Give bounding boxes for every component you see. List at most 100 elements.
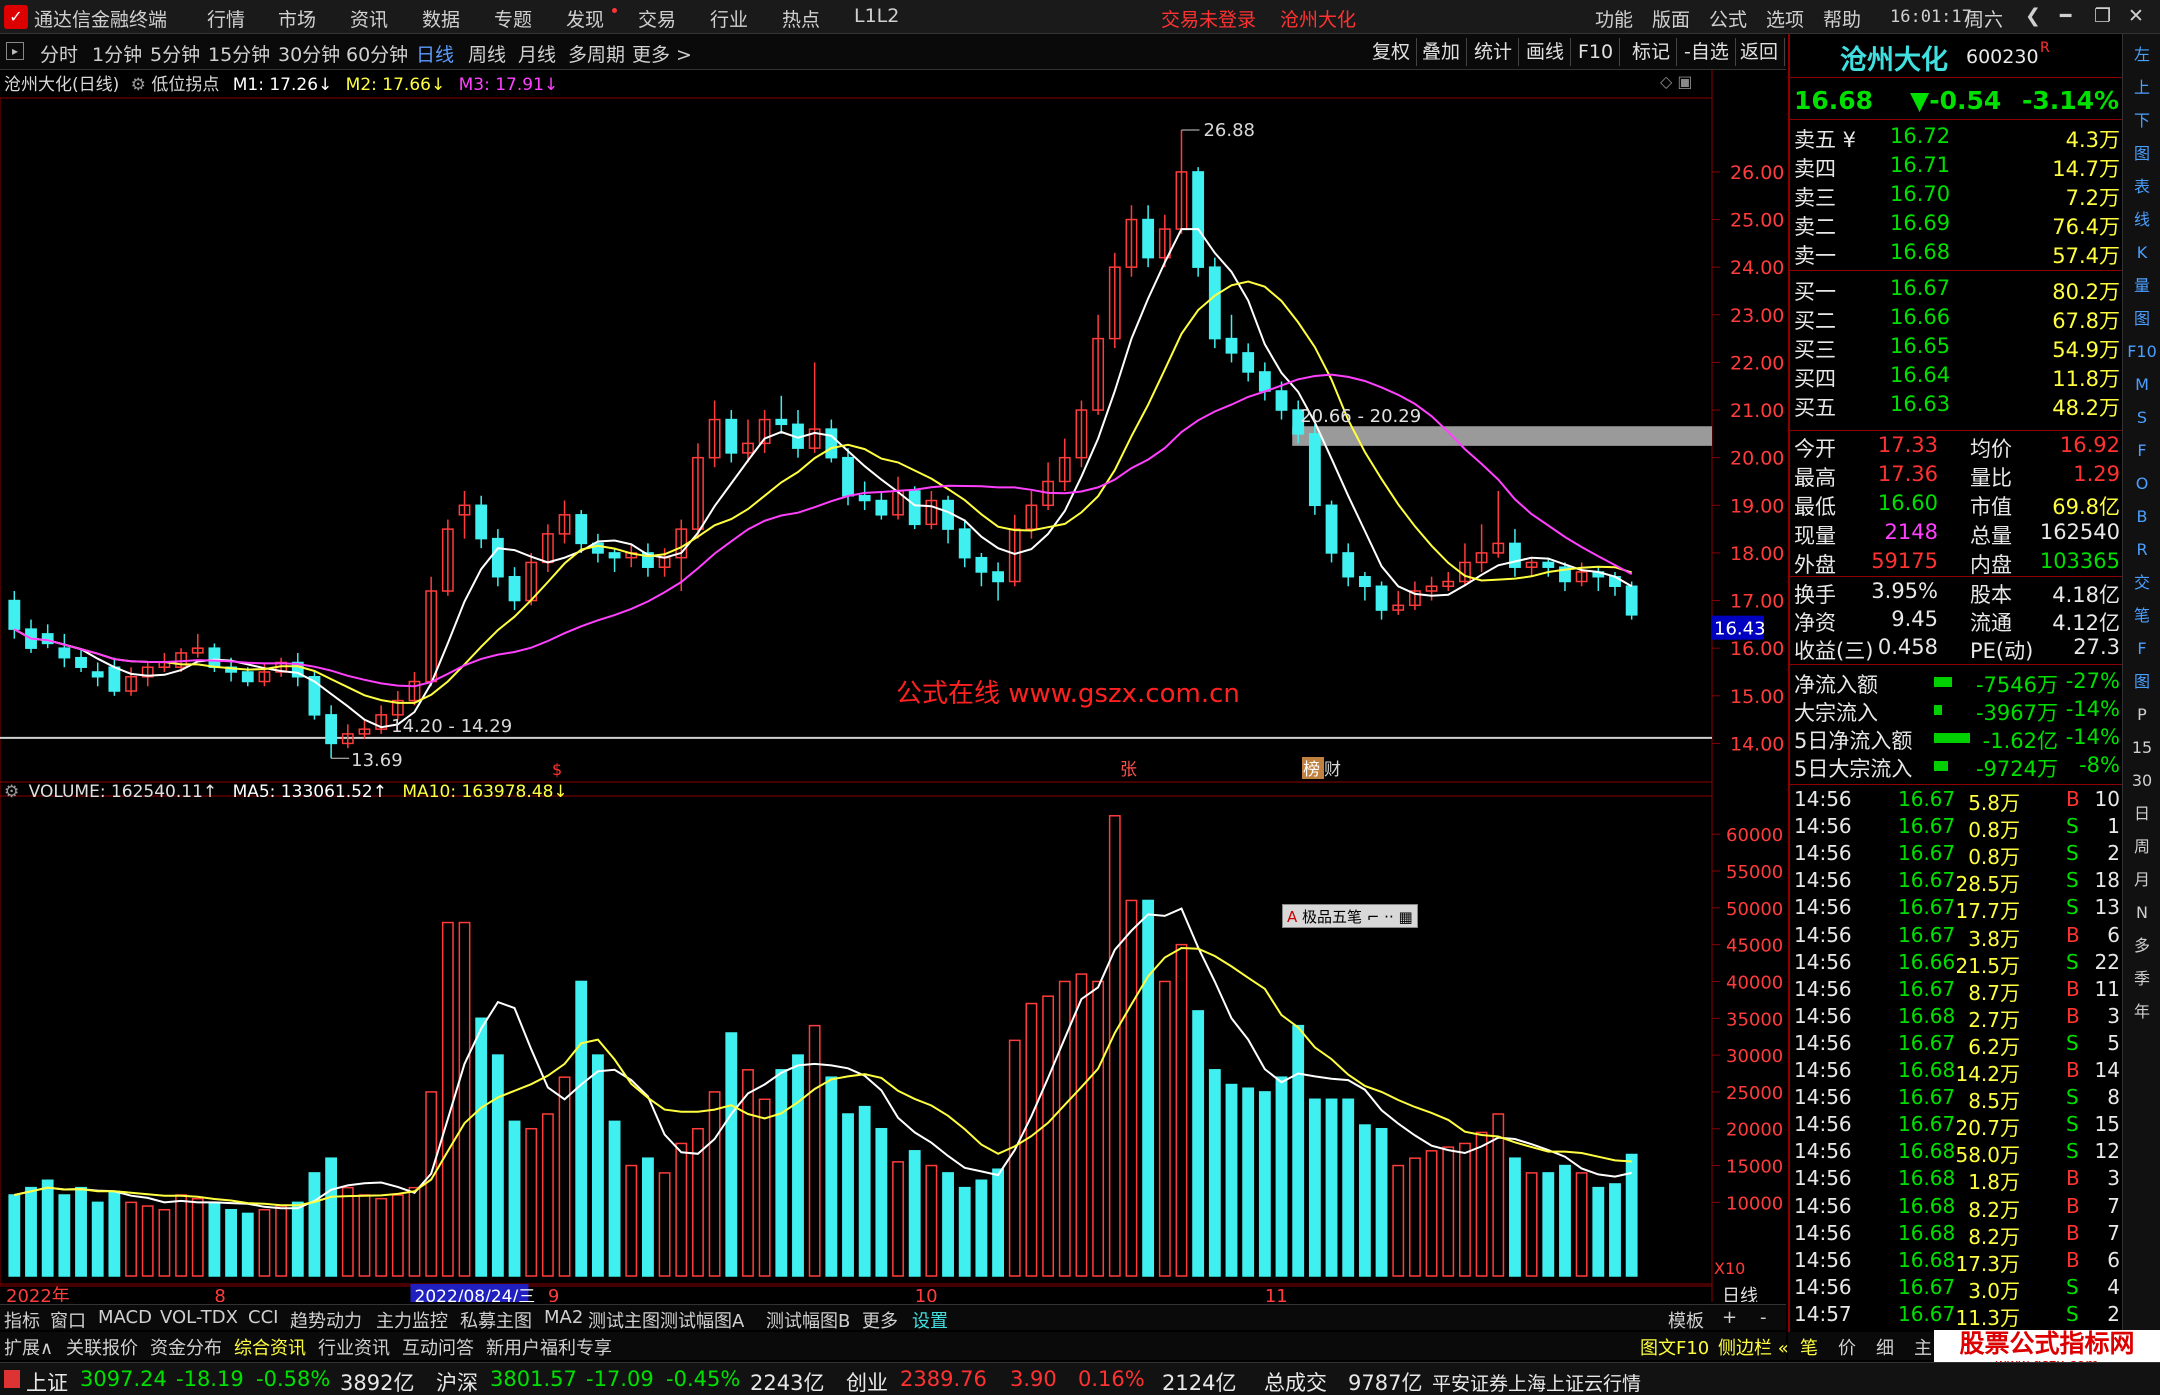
btn-mark[interactable]: 标记 <box>1626 38 1678 66</box>
indicator-tab[interactable]: 指标 <box>4 1307 40 1333</box>
menu-options[interactable]: 选项 <box>1766 5 1804 32</box>
candle-body[interactable] <box>1308 433 1321 507</box>
candle-body[interactable] <box>108 666 121 692</box>
candle-body[interactable] <box>58 647 71 659</box>
sidebar-tool-icon[interactable]: R <box>2127 535 2157 565</box>
sz-label[interactable]: 沪深 <box>436 1367 478 1395</box>
candle-body[interactable] <box>1542 561 1555 568</box>
sidebar-tool-icon[interactable]: 30 <box>2127 766 2157 796</box>
candle-body[interactable] <box>508 575 521 602</box>
collapse-icon[interactable]: ▸ <box>6 42 24 60</box>
indicator-tab[interactable]: 测试幅图A <box>660 1307 744 1333</box>
indicator-tab[interactable]: 窗口 <box>50 1307 86 1333</box>
candle-body[interactable] <box>491 537 504 578</box>
indicator-tab[interactable]: VOL-TDX <box>160 1307 238 1328</box>
menu-market[interactable]: 市场 <box>278 5 316 32</box>
candle-body[interactable] <box>91 671 104 678</box>
sidebar-tool-icon[interactable]: 下 <box>2127 106 2157 136</box>
candle-body[interactable] <box>842 456 854 497</box>
candle-body[interactable] <box>1258 371 1271 392</box>
sidebar-tool-icon[interactable]: 15 <box>2127 733 2157 763</box>
sidebar-tool-icon[interactable]: 年 <box>2127 997 2157 1027</box>
sidebar-tool-icon[interactable]: 周 <box>2127 832 2157 862</box>
candle-body[interactable] <box>1358 575 1371 588</box>
candle-body[interactable] <box>475 504 488 540</box>
candle-body[interactable] <box>1625 585 1638 616</box>
candle-body[interactable] <box>1342 552 1355 578</box>
menu-layout[interactable]: 版面 <box>1652 5 1690 32</box>
sidebar-tool-icon[interactable]: 笔 <box>2127 601 2157 631</box>
candle-body[interactable] <box>958 528 971 559</box>
tf-weekly[interactable]: 周线 <box>468 40 506 67</box>
candle-body[interactable] <box>208 647 221 668</box>
rp-tab-bi[interactable]: 笔 <box>1800 1334 1818 1360</box>
sidebar-tool-icon[interactable]: 图 <box>2127 667 2157 697</box>
sidebar-tool-icon[interactable]: M <box>2127 370 2157 400</box>
candle-body[interactable] <box>858 495 871 502</box>
menu-trade[interactable]: 交易 <box>638 5 676 32</box>
candle-body[interactable] <box>1375 585 1388 611</box>
tf-15min[interactable]: 15分钟 <box>208 40 270 67</box>
info-tab[interactable]: 资金分布 <box>150 1334 222 1360</box>
candle-body[interactable] <box>1225 337 1238 354</box>
sidebar-tool-icon[interactable]: 量 <box>2127 271 2157 301</box>
pen-tool[interactable]: A 极品五笔 ⌐ ·· ▦ <box>1282 904 1418 928</box>
info-tab[interactable]: 扩展∧ <box>4 1334 53 1360</box>
candle-body[interactable] <box>75 656 87 668</box>
indicator-tab[interactable]: 设置 <box>912 1307 948 1333</box>
menu-discover[interactable]: 发现 <box>566 5 604 32</box>
candle-body[interactable] <box>975 556 988 573</box>
tf-more[interactable]: 更多 > <box>632 40 692 67</box>
sidebar-tool-icon[interactable]: F <box>2127 436 2157 466</box>
indicator-name[interactable]: 低位拐点 <box>151 75 219 95</box>
indicator-gear-icon[interactable]: ⚙ <box>131 75 146 95</box>
sidebar-tool-icon[interactable]: 交 <box>2127 568 2157 598</box>
sidebar-tool-icon[interactable]: P <box>2127 700 2157 730</box>
add-window-button[interactable]: + <box>1722 1307 1737 1328</box>
btn-stats[interactable]: 统计 <box>1468 38 1520 66</box>
sidebar-tool-icon[interactable]: 线 <box>2127 205 2157 235</box>
info-tab[interactable]: 关联报价 <box>66 1334 138 1360</box>
remove-window-button[interactable]: - <box>1760 1307 1767 1328</box>
btn-watchlist[interactable]: -自选 <box>1678 38 1736 66</box>
candle-body[interactable] <box>725 418 738 454</box>
sidebar-tool-icon[interactable]: N <box>2127 898 2157 928</box>
candle-body[interactable] <box>825 428 838 459</box>
candle-body[interactable] <box>1192 171 1205 268</box>
restore-icon[interactable]: ❐ <box>2094 5 2111 27</box>
menu-quotes[interactable]: 行情 <box>207 5 245 32</box>
candle-body[interactable] <box>875 499 888 516</box>
menu-function[interactable]: 功能 <box>1595 5 1633 32</box>
f10-tab[interactable]: 图文F10 <box>1640 1334 1709 1360</box>
indicator-tab[interactable]: MACD <box>98 1307 152 1328</box>
tf-monthly[interactable]: 月线 <box>518 40 556 67</box>
sidebar-tool-icon[interactable]: B <box>2127 502 2157 532</box>
menu-news[interactable]: 资讯 <box>350 5 388 32</box>
info-tab[interactable]: 综合资讯 <box>234 1334 306 1360</box>
btn-draw[interactable]: 画线 <box>1520 38 1572 66</box>
tick-list[interactable]: 14:56 16.67 5.8万 B 10 14:56 16.67 0.8万 S 1 14:56 16… <box>1790 784 2122 1364</box>
sidebar-toggle[interactable]: 侧边栏 « <box>1718 1334 1789 1360</box>
indicator-tab[interactable]: 私募主图 <box>460 1307 532 1333</box>
tf-1min[interactable]: 1分钟 <box>92 40 142 67</box>
candle-body[interactable] <box>775 418 788 426</box>
sidebar-tool-icon[interactable]: 表 <box>2127 172 2157 202</box>
btn-f10[interactable]: F10 <box>1572 38 1621 66</box>
indicator-tab[interactable]: 测试主图 <box>588 1307 660 1333</box>
candle-body[interactable] <box>575 514 588 545</box>
sidebar-tool-icon[interactable]: 季 <box>2127 964 2157 994</box>
menu-topics[interactable]: 专题 <box>494 5 532 32</box>
indicator-tab[interactable]: 更多 <box>862 1307 898 1333</box>
candle-body[interactable] <box>608 552 621 559</box>
sidebar-tool-icon[interactable]: 图 <box>2127 139 2157 169</box>
menu-data[interactable]: 数据 <box>422 5 460 32</box>
menu-formula[interactable]: 公式 <box>1709 5 1747 32</box>
vol-gear-icon[interactable]: ⚙ <box>4 782 19 802</box>
back-icon[interactable]: ❮ <box>2025 5 2041 27</box>
cy-label[interactable]: 创业 <box>846 1367 888 1395</box>
candle-body[interactable] <box>908 490 921 526</box>
candle-body[interactable] <box>325 714 338 745</box>
sidebar-tool-icon[interactable]: K <box>2127 238 2157 268</box>
candle-body[interactable] <box>1142 218 1155 259</box>
rp-tab-price[interactable]: 价 <box>1838 1334 1856 1360</box>
